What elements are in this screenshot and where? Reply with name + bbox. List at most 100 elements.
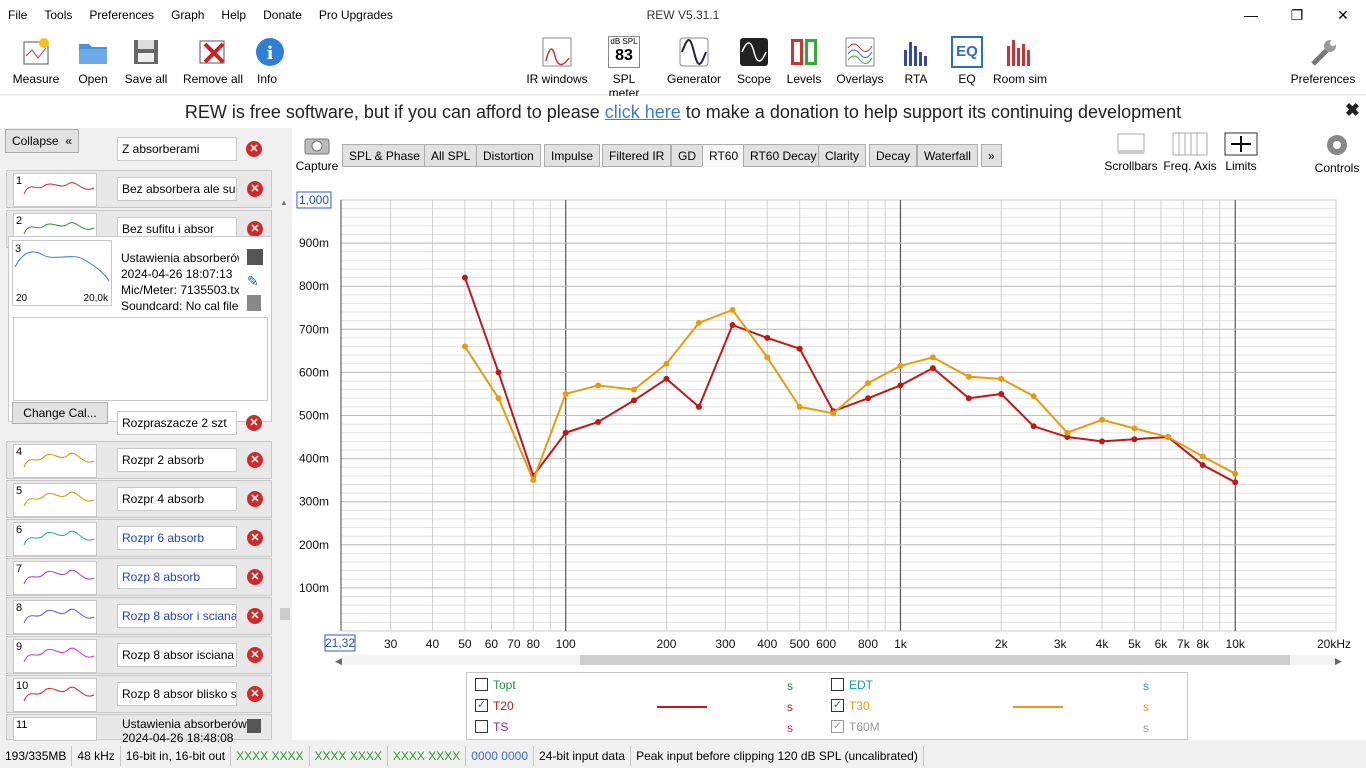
tab-all-spl[interactable]: All SPL [424,144,478,167]
tab-gd[interactable]: GD [671,144,703,167]
close-icon[interactable]: ✕ [1320,0,1366,30]
remove-measurement-8-icon[interactable]: ✕ [247,608,263,624]
levels-button[interactable]: Levels [786,36,822,86]
change-cal-button[interactable]: Change Cal... [12,402,108,424]
spl-meter-button[interactable]: dB SPL 83 SPL meter [596,36,652,100]
tab-spl-phase[interactable]: SPL & Phase [342,144,427,167]
overlays-button[interactable]: Overlays [836,36,884,86]
measurement-row-4[interactable]: 4 Rozpr 2 absorb ✕ [6,441,272,479]
legend-checkbox-t30[interactable]: ✓ [831,699,844,712]
chart-h-scroll-thumb[interactable] [580,655,1290,665]
legend-checkbox-topt[interactable] [475,678,488,691]
remove-all-button[interactable]: Remove all [182,36,244,86]
eq-button[interactable]: EQ EQ [950,36,984,86]
remove-measurement-5-icon[interactable]: ✕ [247,491,263,507]
legend-checkbox-ts[interactable] [475,720,488,733]
room-sim-button[interactable]: Room sim [992,36,1048,86]
remove-measurement-10-icon[interactable]: ✕ [247,686,263,702]
remove-measurement-6-icon[interactable]: ✕ [247,530,263,546]
controls-button[interactable]: Controls [1312,132,1362,175]
measurement-row-1[interactable]: 1 Bez absorbera ale su ✕ [6,170,272,208]
donate-close-icon[interactable]: ✖ [1345,100,1360,121]
legend-checkbox-t60m[interactable]: ✓ [831,720,844,733]
data-point-t20 [1232,479,1239,486]
tab-rt60[interactable]: RT60 [702,144,746,167]
legend-checkbox-edt[interactable] [831,678,844,691]
scroll-right-icon[interactable]: ▶ [1335,656,1342,666]
menu-help[interactable]: Help [221,8,246,22]
measurement-name-8[interactable]: Rozp 8 absor i sciana [117,604,237,628]
group2-remove-icon[interactable]: ✕ [246,415,262,431]
measurement-row-7[interactable]: 7 Rozp 8 absorb ✕ [6,558,272,596]
ir-windows-button[interactable]: IR windows [526,36,588,86]
camera-icon [304,138,330,155]
save-measurement-11-icon[interactable] [247,719,261,733]
capture-button[interactable]: Capture [295,134,339,173]
generator-button[interactable]: Generator [666,36,722,86]
scope-button[interactable]: Scope [736,36,772,86]
notes-icon[interactable] [247,295,261,311]
menu-pro-upgrades[interactable]: Pro Upgrades [319,8,393,22]
tab-distortion[interactable]: Distortion [476,144,541,167]
info-button[interactable]: i Info [254,36,284,86]
measurement-row-5[interactable]: 5 Rozpr 4 absorb ✕ [6,480,272,518]
notes-area[interactable] [13,317,268,401]
menu-file[interactable]: File [8,8,27,22]
preferences-button[interactable]: Preferences [1290,36,1356,86]
save-all-button[interactable]: Save all [124,36,168,86]
menu-preferences[interactable]: Preferences [89,8,154,22]
measurement-row-11[interactable]: 11 Ustawienia absorberów 2024-04-26 18:4… [6,714,272,745]
measurement-11-name: Ustawienia absorberów [122,717,247,731]
scrollbars-button[interactable]: Scrollbars [1102,132,1160,173]
maximize-icon[interactable]: ❐ [1274,0,1320,30]
measurement-name-1[interactable]: Bez absorbera ale su [117,177,237,201]
tab-rt60-decay[interactable]: RT60 Decay [743,144,824,167]
measure-button[interactable]: Measure [12,36,60,86]
tab-decay[interactable]: Decay [869,144,918,167]
freq-axis-button[interactable]: Freq. Axis [1162,132,1218,173]
measurement-name-9[interactable]: Rozp 8 absor isciana [117,643,237,667]
measurement-name-5[interactable]: Rozpr 4 absorb [117,487,237,511]
tab-waterfall[interactable]: Waterfall [917,144,978,167]
remove-measurement-2-icon[interactable]: ✕ [247,221,263,237]
tab-filtered-ir[interactable]: Filtered IR [602,144,672,167]
collapse-button[interactable]: Collapse « [5,129,79,153]
measurement-row-9[interactable]: 9 Rozp 8 absor isciana ✕ [6,636,272,674]
remove-measurement-9-icon[interactable]: ✕ [247,647,263,663]
measurement-name-4[interactable]: Rozpr 2 absorb [117,448,237,472]
selected-soundcard: Soundcard: No cal file [121,299,239,313]
menu-tools[interactable]: Tools [44,8,72,22]
measurement-row-10[interactable]: 10 Rozp 8 absor blisko s ✕ [6,675,272,713]
x-tick-label: 200 [656,637,676,651]
open-button[interactable]: Open [74,36,112,86]
measurement-name-7[interactable]: Rozp 8 absorb [117,565,237,589]
selected-measurement[interactable]: 3 20 20,0k Ustawienia absorberów 2024-04… [8,236,272,422]
rt60-chart[interactable]: 100m 200m 300m 400m 500m 600m 700m 800m 900m 1,00… [292,188,1366,668]
donate-link[interactable]: click here [605,102,681,122]
measurement-row-8[interactable]: 8 Rozp 8 absor i sciana ✕ [6,597,272,635]
tab-clarity[interactable]: Clarity [818,144,867,167]
remove-measurement-7-icon[interactable]: ✕ [247,569,263,585]
donate-text-prefix: REW is free software, but if you can aff… [184,102,605,122]
limits-button[interactable]: Limits [1220,132,1262,173]
group-name-field[interactable]: Z absorberami [117,137,237,161]
menu-graph[interactable]: Graph [171,8,204,22]
measurement-name-6[interactable]: Rozpr 6 absorb [117,526,237,550]
group-remove-icon[interactable]: ✕ [246,141,262,157]
tab-impulse[interactable]: Impulse [544,144,601,167]
rta-button[interactable]: RTA [898,36,934,86]
remove-measurement-4-icon[interactable]: ✕ [247,452,263,468]
group2-name-field[interactable]: Rozpraszacze 2 szt [117,411,237,435]
measurement-name-10[interactable]: Rozp 8 absor blisko s [117,682,237,706]
panel-scrollbar[interactable]: ▲ [280,198,290,620]
legend-checkbox-t20[interactable]: ✓ [475,699,488,712]
scroll-left-icon[interactable]: ◀ [335,656,342,666]
tab--[interactable]: » [981,144,1002,167]
generator-label: Generator [666,72,722,86]
pen-icon[interactable]: ✎ [247,273,263,289]
measurement-row-6[interactable]: 6 Rozpr 6 absorb ✕ [6,519,272,557]
minimize-icon[interactable]: — [1228,0,1274,30]
menu-donate[interactable]: Donate [263,8,302,22]
save-measurement-icon[interactable] [247,249,263,265]
remove-measurement-1-icon[interactable]: ✕ [247,181,263,197]
